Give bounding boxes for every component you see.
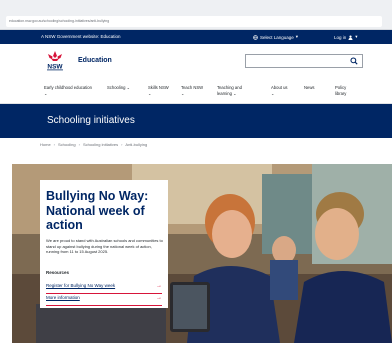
nav-item-skills-nsw[interactable]: Skills NSW ⌄	[148, 85, 172, 96]
register-link-label: Register for Bullying No Way week	[46, 283, 116, 288]
search-icon[interactable]	[350, 57, 358, 65]
login-button[interactable]: Log in ▾	[334, 34, 358, 40]
breadcrumb-anti-bullying: Anti-bullying	[125, 142, 148, 147]
chevron-right-icon: ›	[121, 142, 123, 147]
more-information-link-label: More information	[46, 295, 80, 300]
language-selector[interactable]: Select Language ▾	[253, 34, 298, 40]
nav-item-news[interactable]: News	[304, 85, 324, 91]
chevron-right-icon: ›	[78, 142, 80, 147]
globe-icon	[253, 34, 258, 40]
more-information-link[interactable]: More information →	[46, 295, 162, 305]
nav-item-about-us[interactable]: About us ⌄	[271, 85, 291, 96]
chevron-down-icon: ⌄	[181, 90, 185, 96]
breadcrumb-schooling-initiatives[interactable]: Schooling initiatives	[83, 142, 118, 147]
nav-item-teaching-and-learning[interactable]: Teaching and learning ⌄	[217, 85, 257, 96]
chevron-down-icon: ⌄	[44, 90, 48, 96]
nsw-waratah-logo[interactable]: NSW	[44, 50, 66, 72]
nsw-brand-text: NSW	[47, 64, 63, 71]
government-website-text: A NSW Government website: Education	[41, 34, 121, 39]
address-bar[interactable]: education.nsw.gov.au/schooling/schooling…	[6, 16, 382, 27]
register-link[interactable]: Register for Bullying No Way week →	[46, 283, 162, 293]
nav-item-policy-library[interactable]: Policy library	[335, 85, 357, 96]
divider	[46, 305, 162, 306]
divider	[46, 293, 162, 294]
language-selector-label: Select Language	[260, 34, 294, 40]
nav-item-schooling[interactable]: Schooling ⌄	[107, 85, 141, 91]
breadcrumb: Home › Schooling › Schooling initiatives…	[40, 142, 147, 147]
nav-item-early-childhood-education[interactable]: Early childhood education ⌄	[44, 85, 92, 96]
chevron-down-icon: ▾	[355, 34, 358, 39]
browser-toolbar: education.nsw.gov.au/schooling/schooling…	[0, 0, 392, 30]
page-title: Schooling initiatives	[47, 115, 135, 126]
card-description: We are proud to stand with Australian sc…	[46, 238, 163, 255]
chevron-down-icon: ▾	[295, 34, 299, 39]
login-label: Log in	[334, 34, 347, 40]
site-name[interactable]: Education	[78, 57, 112, 64]
arrow-right-icon: →	[156, 283, 162, 289]
government-strip: A NSW Government website: Education Sele…	[0, 30, 392, 44]
nav-item-teach-nsw[interactable]: Teach NSW ⌄	[181, 85, 205, 96]
breadcrumb-home[interactable]: Home	[40, 142, 51, 147]
search-input[interactable]	[245, 54, 363, 68]
user-icon	[348, 35, 353, 40]
card-title: Bullying No Way: National week of action	[46, 189, 149, 232]
chevron-down-icon: ⌄	[148, 90, 152, 96]
chevron-down-icon: ⌄	[271, 90, 275, 96]
chevron-down-icon: ⌄	[126, 85, 131, 90]
arrow-right-icon: →	[156, 295, 162, 301]
chevron-right-icon: ›	[53, 142, 56, 147]
chevron-down-icon: ⌄	[233, 90, 237, 96]
breadcrumb-schooling[interactable]: Schooling	[58, 142, 76, 147]
resources-heading: Resources	[46, 270, 70, 275]
